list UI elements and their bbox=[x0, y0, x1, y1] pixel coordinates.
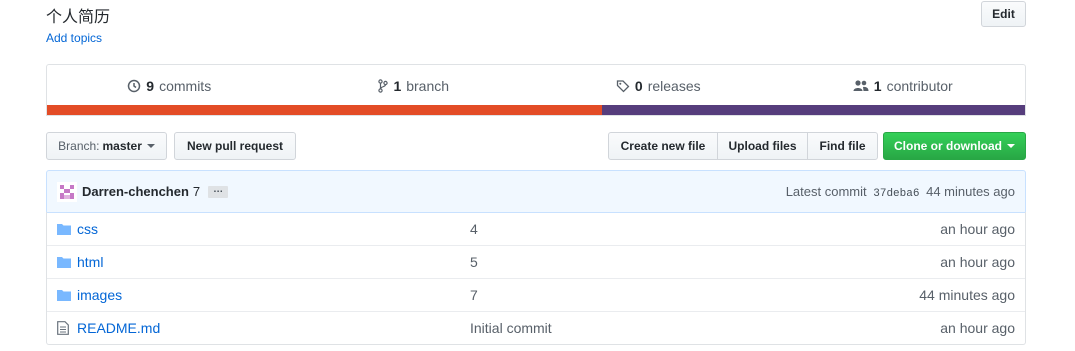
file-row: README.md Initial commit an hour ago bbox=[47, 311, 1025, 344]
commits-label: commits bbox=[159, 78, 212, 94]
language-bar[interactable] bbox=[47, 105, 1025, 115]
branches-link[interactable]: 1 branch bbox=[292, 78, 537, 94]
history-icon bbox=[128, 79, 141, 93]
find-file-button[interactable]: Find file bbox=[807, 132, 878, 160]
latest-commit-bar: Darren-chenchen 7 … Latest commit 37deba… bbox=[46, 170, 1026, 213]
file-age: an hour ago bbox=[940, 220, 1015, 237]
clone-label: Clone or download bbox=[894, 139, 1002, 153]
expand-message-button[interactable]: … bbox=[208, 184, 229, 198]
releases-link[interactable]: 0 releases bbox=[536, 78, 781, 94]
clone-or-download-button[interactable]: Clone or download bbox=[883, 132, 1026, 160]
commit-message[interactable]: 7 bbox=[193, 184, 200, 199]
contributor-label: contributor bbox=[886, 78, 953, 94]
folder-icon bbox=[47, 223, 77, 235]
file-list: css 4 an hour ago html 5 an hour ago ima… bbox=[46, 212, 1026, 345]
language-segment[interactable] bbox=[47, 105, 602, 115]
folder-icon bbox=[47, 289, 77, 301]
create-new-file-button[interactable]: Create new file bbox=[608, 132, 718, 160]
commits-count: 9 bbox=[146, 78, 155, 94]
branch-name: master bbox=[102, 139, 142, 153]
folder-icon bbox=[47, 256, 77, 268]
file-row: html 5 an hour ago bbox=[47, 245, 1025, 278]
file-commit-message[interactable]: Initial commit bbox=[470, 320, 940, 336]
releases-label: releases bbox=[647, 78, 701, 94]
file-row: css 4 an hour ago bbox=[47, 212, 1025, 245]
file-name-link[interactable]: README.md bbox=[77, 320, 470, 336]
file-age: 44 minutes ago bbox=[919, 287, 1015, 303]
tag-icon bbox=[616, 80, 630, 93]
caret-down-icon bbox=[146, 144, 155, 148]
upload-files-button[interactable]: Upload files bbox=[717, 132, 808, 160]
contributor-count: 1 bbox=[873, 78, 882, 94]
new-pull-request-button[interactable]: New pull request bbox=[174, 132, 296, 160]
file-name-link[interactable]: css bbox=[77, 221, 470, 237]
file-commit-message[interactable]: 5 bbox=[470, 254, 940, 270]
branch-select-button[interactable]: Branch: master bbox=[46, 132, 167, 160]
commit-sha[interactable]: 37deba6 bbox=[873, 188, 919, 200]
language-segment[interactable] bbox=[601, 105, 1025, 115]
file-name-link[interactable]: html bbox=[77, 254, 470, 270]
repo-summary: 9 commits 1 branch 0 releases 1 contribu… bbox=[46, 64, 1026, 116]
caret-down-icon bbox=[1007, 144, 1015, 148]
latest-commit-prefix: Latest commit bbox=[785, 183, 867, 199]
avatar[interactable] bbox=[57, 181, 77, 202]
people-icon bbox=[853, 80, 869, 91]
edit-button[interactable]: Edit bbox=[981, 1, 1026, 27]
file-commit-message[interactable]: 7 bbox=[470, 287, 919, 303]
file-name-link[interactable]: images bbox=[77, 287, 470, 303]
file-row: images 7 44 minutes ago bbox=[47, 278, 1025, 311]
repo-description: 个人简历 bbox=[46, 9, 111, 26]
git-branch-icon bbox=[378, 79, 389, 93]
file-age: an hour ago bbox=[940, 254, 1015, 270]
file-icon bbox=[47, 321, 77, 335]
commit-author[interactable]: Darren-chenchen bbox=[82, 184, 189, 199]
add-topics-link[interactable]: Add topics bbox=[46, 31, 102, 45]
branch-label: branch bbox=[406, 78, 450, 94]
commit-age: 44 minutes ago bbox=[926, 183, 1015, 199]
contributors-link[interactable]: 1 contributor bbox=[781, 78, 1026, 94]
latest-commit-info: Latest commit 37deba6 44 minutes ago bbox=[786, 184, 1015, 200]
file-commit-message[interactable]: 4 bbox=[470, 221, 940, 237]
file-age: an hour ago bbox=[940, 320, 1015, 336]
branch-count: 1 bbox=[393, 78, 402, 94]
commits-link[interactable]: 9 commits bbox=[47, 78, 292, 94]
branch-prefix: Branch: bbox=[58, 139, 100, 153]
releases-count: 0 bbox=[634, 78, 643, 94]
